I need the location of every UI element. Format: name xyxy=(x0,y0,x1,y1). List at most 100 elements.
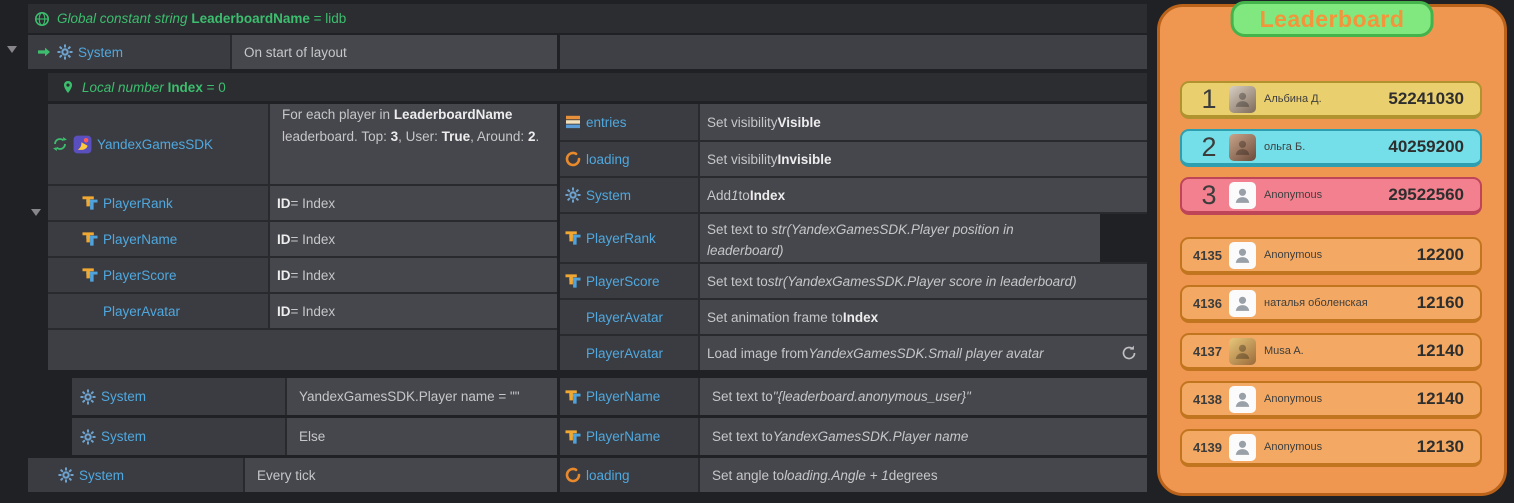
condition-object-cell[interactable]: System xyxy=(72,378,287,415)
condition-object-cell[interactable]: PlayerAvatar xyxy=(48,294,270,328)
rank: 1 xyxy=(1190,84,1228,115)
event-every-tick[interactable]: System Every tick loading Set angle to l… xyxy=(28,458,1147,492)
condition-text[interactable]: ID = Index xyxy=(270,186,557,220)
action-row[interactable]: System Add 1 to Index xyxy=(560,176,1147,212)
action-row[interactable]: entries Set visibility Visible xyxy=(560,104,1147,140)
rank: 4139 xyxy=(1190,440,1228,455)
condition-text[interactable]: For each player in LeaderboardName leade… xyxy=(270,104,557,184)
action-row[interactable]: PlayerRank Set text to str(YandexGamesSD… xyxy=(560,212,1147,262)
circular-arc-icon xyxy=(565,467,581,483)
rank: 4138 xyxy=(1190,392,1228,407)
action-text[interactable]: Set text to YandexGamesSDK.Player name xyxy=(700,418,1147,455)
gear-icon xyxy=(565,187,581,203)
action-object-cell[interactable]: PlayerAvatar xyxy=(560,300,700,334)
object-name: PlayerName xyxy=(103,232,177,247)
condition-text[interactable]: ID = Index xyxy=(270,294,557,328)
local-variable-row[interactable]: Local number Index = 0 xyxy=(48,73,1147,101)
sub-condition-row[interactable]: PlayerRank ID = Index xyxy=(48,184,557,220)
action-text[interactable]: Set angle to loading.Angle + 1 degrees xyxy=(700,458,1147,492)
condition-object-cell[interactable]: System xyxy=(28,35,232,69)
avatar xyxy=(1229,434,1256,461)
condition-fill-area xyxy=(48,328,557,370)
sub-condition-row[interactable]: PlayerName ID = Index xyxy=(48,220,557,256)
action-text[interactable]: Add 1 to Index xyxy=(700,178,1147,212)
event-on-start-of-layout[interactable]: System On start of layout xyxy=(28,35,1147,69)
player-name: Anonymous xyxy=(1264,189,1388,201)
action-object-cell[interactable]: PlayerRank xyxy=(560,214,700,262)
condition-text[interactable]: ID = Index xyxy=(270,258,557,292)
action-object-cell[interactable]: System xyxy=(560,178,700,212)
condition-object-cell[interactable]: PlayerScore xyxy=(48,258,270,292)
action-row[interactable]: PlayerAvatar Set animation frame to Inde… xyxy=(560,298,1147,334)
loop-arrows-icon xyxy=(52,136,68,152)
event-else[interactable]: System Else PlayerName Set text to Yande… xyxy=(72,418,1147,455)
player-name: Anonymous xyxy=(1264,393,1417,405)
condition-object-cell[interactable]: System xyxy=(72,418,287,455)
gear-icon xyxy=(80,429,96,445)
letter-t-icon xyxy=(565,389,581,405)
condition-text[interactable]: ID = Index xyxy=(270,222,557,256)
refresh-icon xyxy=(1121,345,1137,361)
leaderboard-row: 3 Anonymous 29522560 xyxy=(1180,177,1482,215)
person-silhouette-icon xyxy=(1233,438,1252,457)
avatar xyxy=(1229,386,1256,413)
circular-arc-icon xyxy=(565,151,581,167)
rank: 4137 xyxy=(1190,344,1228,359)
object-name: PlayerScore xyxy=(103,268,177,283)
action-object-cell[interactable]: loading xyxy=(560,458,700,492)
action-text[interactable]: Set visibility Invisible xyxy=(700,142,1147,176)
condition-text[interactable]: Else xyxy=(287,418,557,455)
object-name: System xyxy=(79,468,124,483)
actions-empty-area[interactable] xyxy=(560,35,1147,69)
action-object-cell[interactable]: PlayerScore xyxy=(560,264,700,298)
object-name: PlayerName xyxy=(586,389,660,404)
avatar xyxy=(1229,134,1256,161)
condition-text[interactable]: Every tick xyxy=(245,458,557,492)
condition-object-cell[interactable]: PlayerName xyxy=(48,222,270,256)
gear-icon xyxy=(80,389,96,405)
action-text[interactable]: Set text to str(YandexGamesSDK.Player po… xyxy=(700,214,1100,262)
letter-t-icon xyxy=(565,230,581,246)
player-score: 12140 xyxy=(1417,341,1464,361)
action-row[interactable]: loading Set visibility Invisible xyxy=(560,140,1147,176)
sub-condition-row[interactable]: PlayerScore ID = Index xyxy=(48,256,557,292)
action-object-cell[interactable]: loading xyxy=(560,142,700,176)
condition-object-cell[interactable]: YandexGamesSDK xyxy=(48,104,270,184)
leaderboard-row: 4136 наталья оболенская 12160 xyxy=(1180,285,1482,323)
leaderboard-row: 4139 Anonymous 12130 xyxy=(1180,429,1482,467)
pin-icon xyxy=(61,79,75,95)
sub-condition-row[interactable]: PlayerAvatar ID = Index xyxy=(48,292,557,328)
screenshot-root: Global constant string LeaderboardName =… xyxy=(0,0,1514,503)
action-object-cell[interactable]: entries xyxy=(560,104,700,140)
player-score: 40259200 xyxy=(1388,137,1464,157)
object-name: PlayerName xyxy=(586,429,660,444)
action-text[interactable]: Set animation frame to Index xyxy=(700,300,1147,334)
global-variable-row[interactable]: Global constant string LeaderboardName =… xyxy=(28,4,1147,33)
condition-object-cell[interactable]: System xyxy=(28,458,245,492)
action-object-cell[interactable]: PlayerAvatar xyxy=(560,336,700,370)
object-name: PlayerAvatar xyxy=(586,310,663,325)
action-object-cell[interactable]: PlayerName xyxy=(560,418,700,455)
action-text[interactable]: Load image from YandexGamesSDK.Small pla… xyxy=(700,336,1111,370)
action-text[interactable]: Set text to "{leaderboard.anonymous_user… xyxy=(700,378,1147,415)
action-object-cell[interactable]: PlayerName xyxy=(560,378,700,415)
person-silhouette-icon xyxy=(1233,246,1252,265)
action-text[interactable]: Set visibility Visible xyxy=(700,104,1147,140)
object-name: loading xyxy=(586,468,630,483)
condition-object-cell[interactable]: PlayerRank xyxy=(48,186,270,220)
event-foreach-player[interactable]: YandexGamesSDK For each player in Leader… xyxy=(48,104,1147,370)
action-row[interactable]: PlayerAvatar Load image from YandexGames… xyxy=(560,334,1147,370)
action-row[interactable]: PlayerScore Set text to str(YandexGamesS… xyxy=(560,262,1147,298)
letter-t-icon xyxy=(565,429,581,445)
condition-text[interactable]: YandexGamesSDK.Player name = "" xyxy=(287,378,557,415)
letter-t-icon xyxy=(82,267,98,283)
object-name: PlayerRank xyxy=(586,231,656,246)
rank: 3 xyxy=(1190,180,1228,211)
person-silhouette-icon xyxy=(1233,390,1252,409)
action-text[interactable]: Set text to str(YandexGamesSDK.Player sc… xyxy=(700,264,1147,298)
rank: 4135 xyxy=(1190,248,1228,263)
event-player-name-empty[interactable]: System YandexGamesSDK.Player name = "" P… xyxy=(72,378,1147,415)
player-name: Anonymous xyxy=(1264,249,1417,261)
condition-text[interactable]: On start of layout xyxy=(232,35,557,69)
rows-gap xyxy=(1180,225,1482,237)
